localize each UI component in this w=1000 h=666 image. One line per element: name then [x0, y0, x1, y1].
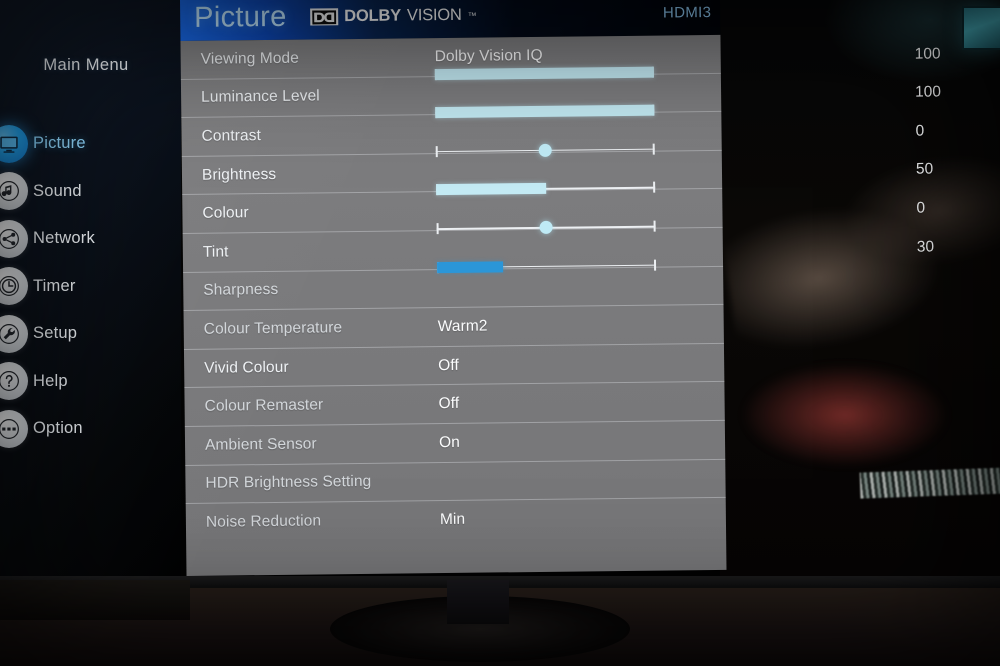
tv-screen-photo: Main Menu Picture Sound Network Timer Se…: [0, 0, 1000, 666]
slider-fill: [435, 104, 655, 119]
input-source-label: HDMI3: [662, 3, 712, 22]
picture-settings-panel: Picture DOLBY VISION ™ HDMI3 Viewing Mod…: [180, 0, 941, 576]
sidebar-item-help[interactable]: Help: [0, 358, 181, 406]
slider-value: 100: [914, 83, 942, 101]
setting-value: Off: [438, 356, 459, 374]
sidebar-item-network[interactable]: Network: [0, 215, 181, 263]
slider-tick-max: [653, 220, 656, 232]
brightness-slider[interactable]: 0: [435, 122, 924, 158]
slider-value: 100: [914, 44, 941, 63]
tv-icon: [0, 124, 28, 163]
colour-slider[interactable]: 50: [436, 161, 933, 197]
setting-row-colour-remaster[interactable]: Colour Remaster Off: [184, 382, 725, 427]
video-striped-fabric: [859, 467, 1000, 499]
sidebar-item-setup[interactable]: Setup: [0, 310, 181, 358]
dolby-vision-logo: DOLBY VISION ™: [310, 6, 477, 27]
setting-row-hdr-brightness-setting[interactable]: HDR Brightness Setting: [185, 459, 726, 505]
sidebar-item-label: Setup: [33, 324, 78, 343]
tv-stand-neck: [447, 580, 509, 624]
slider-tick-max: [653, 143, 655, 155]
setting-label: Colour Remaster: [204, 396, 324, 415]
sharpness-slider[interactable]: 30: [436, 238, 934, 274]
sidebar-item-timer[interactable]: Timer: [0, 263, 181, 311]
trademark-symbol: ™: [467, 10, 477, 21]
setting-row-ambient-sensor[interactable]: Ambient Sensor On: [184, 420, 726, 466]
setting-value: Min: [439, 511, 466, 529]
sidebar-item-label: Network: [33, 229, 95, 248]
slider-knob[interactable]: [538, 143, 552, 157]
setting-value: Off: [438, 394, 460, 413]
sidebar-item-picture[interactable]: Picture: [0, 120, 181, 168]
slider-tick-max: [654, 259, 657, 271]
dolby-wordmark: DOLBY: [344, 6, 402, 26]
sidebar-item-sound[interactable]: Sound: [0, 168, 181, 216]
setting-label: Brightness: [201, 165, 277, 184]
sidebar-item-label: Help: [33, 371, 68, 390]
sidebar-item-label: Timer: [33, 276, 76, 295]
setting-label: Colour: [202, 204, 249, 222]
setting-label: Tint: [202, 243, 229, 261]
slider-value: 30: [916, 238, 935, 256]
setting-label: Ambient Sensor: [204, 435, 317, 454]
dolby-double-d-icon: [310, 8, 339, 26]
slider-tick-max: [653, 181, 656, 194]
setting-value: Warm2: [437, 317, 488, 336]
setting-row-colour-temperature[interactable]: Colour Temperature Warm2: [183, 305, 724, 350]
setting-label: Colour Temperature: [203, 319, 343, 338]
setting-label: Noise Reduction: [205, 512, 322, 532]
slider-value: 50: [915, 160, 934, 179]
slider-value: 0: [915, 122, 925, 140]
page-title: Picture: [194, 0, 287, 34]
main-menu-title: Main Menu: [43, 56, 129, 74]
network-share-icon: [0, 219, 28, 258]
slider-fill: [436, 183, 546, 196]
slider-tick-min: [435, 145, 438, 157]
wrench-icon: [0, 314, 28, 353]
sidebar-item-label: Option: [33, 419, 83, 438]
tint-slider[interactable]: 0: [436, 200, 925, 236]
setting-label: Vivid Colour: [204, 358, 289, 377]
clock-icon: [0, 267, 28, 306]
three-dots-icon: [0, 409, 28, 448]
slider-fill: [436, 260, 503, 273]
music-note-icon: [0, 172, 28, 211]
vision-wordmark: VISION: [406, 5, 462, 25]
contrast-slider[interactable]: 100: [435, 84, 941, 120]
luminance-level-slider[interactable]: 100: [434, 45, 941, 81]
sidebar-item-option[interactable]: Option: [0, 405, 181, 453]
question-mark-icon: [0, 362, 28, 401]
side-device: [0, 580, 190, 620]
slider-value: 0: [916, 199, 926, 217]
main-menu-list: Picture Sound Network Timer Setup Help O…: [0, 120, 181, 453]
video-inset-monitor: [962, 6, 1000, 50]
settings-list: Viewing Mode Dolby Vision IQ Luminance L…: [180, 34, 941, 576]
main-menu-sidebar: Main Menu Picture Sound Network Timer Se…: [0, 0, 181, 580]
setting-label: Viewing Mode: [200, 49, 300, 68]
setting-label: HDR Brightness Setting: [205, 473, 372, 493]
sidebar-item-label: Picture: [33, 134, 86, 153]
setting-label: Sharpness: [203, 281, 279, 300]
setting-label: Luminance Level: [201, 87, 320, 107]
slider-knob[interactable]: [539, 220, 553, 234]
setting-row-vivid-colour[interactable]: Vivid Colour Off: [183, 343, 725, 389]
setting-row-sharpness[interactable]: Sharpness 30: [183, 238, 934, 312]
setting-value: On: [438, 433, 461, 451]
setting-value: Dolby Vision IQ: [434, 46, 543, 65]
slider-fill: [434, 66, 654, 80]
slider-tick-min: [436, 223, 439, 235]
setting-label: Contrast: [201, 127, 262, 145]
setting-row-noise-reduction[interactable]: Noise Reduction Min: [186, 498, 726, 543]
sidebar-item-label: Sound: [33, 181, 82, 200]
